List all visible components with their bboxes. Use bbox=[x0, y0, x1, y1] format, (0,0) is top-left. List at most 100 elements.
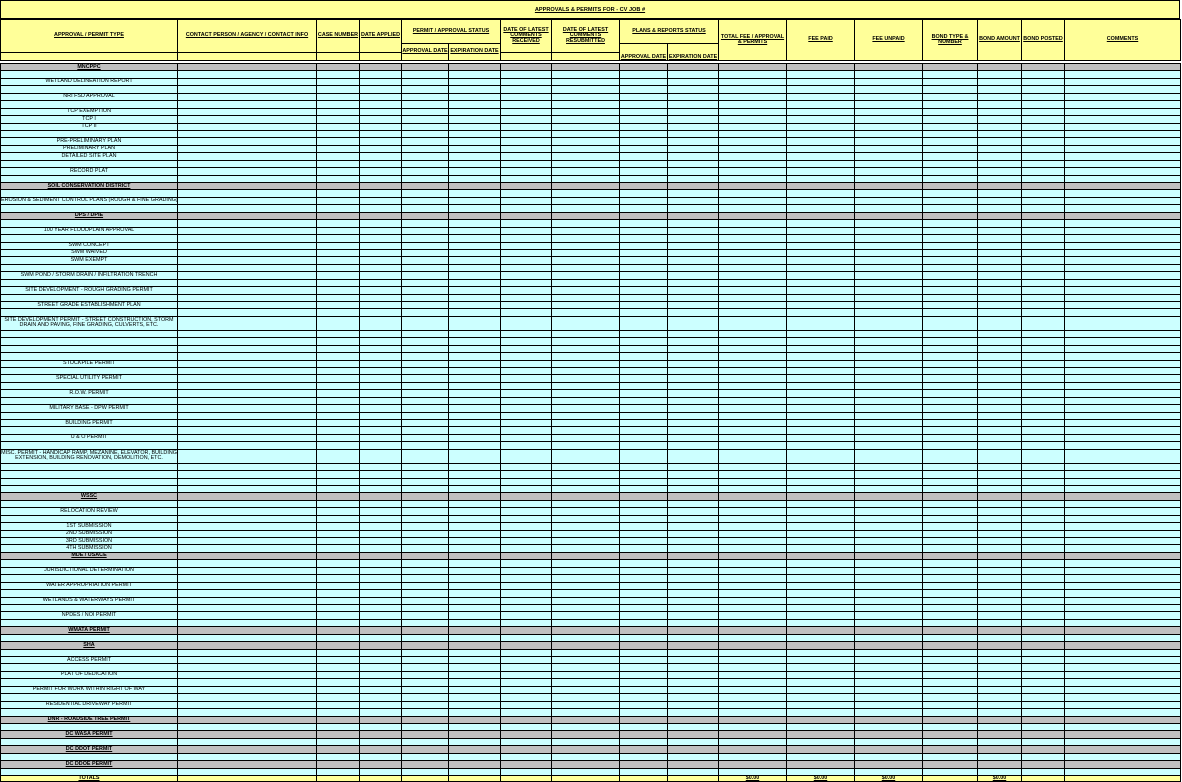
header-latest-comments-received[interactable]: DATE OF LATEST COMMENTS RECEIVED bbox=[500, 19, 552, 53]
permit-type-cell[interactable]: TCP II bbox=[0, 122, 178, 131]
grid-cell[interactable] bbox=[619, 107, 668, 117]
grid-cell[interactable] bbox=[448, 352, 501, 361]
grid-cell[interactable] bbox=[500, 263, 552, 273]
grid-cell[interactable] bbox=[448, 77, 501, 87]
grid-cell[interactable] bbox=[667, 389, 719, 398]
grid-cell[interactable] bbox=[401, 219, 449, 228]
grid-cell[interactable] bbox=[667, 300, 719, 310]
grid-cell[interactable] bbox=[977, 181, 1022, 191]
grid-cell[interactable] bbox=[551, 374, 620, 383]
grid-cell[interactable] bbox=[786, 248, 855, 258]
grid-cell[interactable] bbox=[551, 426, 620, 435]
grid-cell[interactable] bbox=[500, 256, 552, 265]
grid-cell[interactable] bbox=[500, 492, 552, 501]
grid-cell[interactable] bbox=[448, 574, 501, 583]
grid-cell[interactable] bbox=[448, 70, 501, 79]
permit-type-cell[interactable] bbox=[0, 470, 178, 479]
grid-cell[interactable] bbox=[177, 352, 317, 361]
grid-cell[interactable] bbox=[718, 241, 787, 250]
grid-cell[interactable] bbox=[401, 448, 449, 464]
grid-cell[interactable] bbox=[1064, 211, 1181, 221]
grid-cell[interactable] bbox=[177, 211, 317, 221]
grid-cell[interactable] bbox=[718, 226, 787, 236]
grid-cell[interactable] bbox=[922, 293, 978, 303]
grid-cell[interactable] bbox=[401, 248, 449, 258]
grid-cell[interactable] bbox=[667, 70, 719, 79]
permit-type-cell[interactable]: TCP EXEMPTION bbox=[0, 107, 178, 117]
header-total-fee[interactable]: TOTAL FEE / APPROVAL & PERMITS bbox=[718, 19, 788, 61]
grid-cell[interactable] bbox=[667, 648, 719, 658]
grid-cell[interactable] bbox=[177, 448, 317, 464]
grid-cell[interactable] bbox=[359, 100, 402, 109]
grid-cell[interactable] bbox=[401, 462, 449, 472]
grid-cell[interactable] bbox=[1064, 404, 1181, 413]
grid-cell[interactable] bbox=[977, 641, 1022, 650]
grid-cell[interactable] bbox=[786, 492, 855, 501]
grid-cell[interactable] bbox=[448, 329, 501, 339]
grid-cell[interactable] bbox=[1064, 574, 1181, 583]
grid-cell[interactable] bbox=[667, 381, 719, 391]
grid-cell[interactable] bbox=[667, 329, 719, 339]
permit-type-cell[interactable] bbox=[0, 648, 178, 658]
grid-cell[interactable] bbox=[786, 92, 855, 102]
grid-cell[interactable] bbox=[316, 745, 360, 754]
grid-cell[interactable] bbox=[448, 745, 501, 754]
grid-cell[interactable] bbox=[177, 219, 317, 228]
grid-cell[interactable] bbox=[786, 315, 855, 331]
grid-cell[interactable] bbox=[718, 174, 787, 184]
grid-cell[interactable] bbox=[786, 462, 855, 472]
grid-cell[interactable] bbox=[359, 189, 402, 198]
grid-cell[interactable] bbox=[786, 715, 855, 724]
grid-cell[interactable] bbox=[448, 752, 501, 762]
grid-cell[interactable] bbox=[619, 381, 668, 391]
grid-cell[interactable] bbox=[551, 760, 620, 769]
grid-cell[interactable] bbox=[401, 693, 449, 702]
grid-cell[interactable] bbox=[448, 129, 501, 139]
grid-cell[interactable] bbox=[551, 366, 620, 376]
grid-cell[interactable] bbox=[854, 256, 923, 265]
grid-cell[interactable] bbox=[316, 129, 360, 139]
grid-cell[interactable] bbox=[854, 722, 923, 732]
grid-cell[interactable] bbox=[359, 122, 402, 131]
grid-cell[interactable] bbox=[359, 618, 402, 628]
grid-cell[interactable] bbox=[448, 433, 501, 443]
grid-cell[interactable] bbox=[551, 263, 620, 273]
grid-cell[interactable] bbox=[922, 693, 978, 702]
grid-cell[interactable] bbox=[551, 152, 620, 161]
grid-cell[interactable] bbox=[718, 551, 787, 561]
grid-cell[interactable] bbox=[854, 700, 923, 710]
permit-type-cell[interactable] bbox=[0, 366, 178, 376]
grid-cell[interactable] bbox=[551, 144, 620, 154]
grid-cell[interactable] bbox=[551, 241, 620, 250]
grid-cell[interactable] bbox=[177, 396, 317, 406]
fee-unpaid-value[interactable]: $0.00 bbox=[854, 774, 923, 782]
grid-cell[interactable] bbox=[401, 381, 449, 391]
grid-cell[interactable] bbox=[786, 730, 855, 739]
grid-cell[interactable] bbox=[500, 300, 552, 310]
grid-cell[interactable] bbox=[718, 700, 787, 710]
grid-cell[interactable] bbox=[1021, 85, 1065, 94]
grid-cell[interactable] bbox=[401, 574, 449, 583]
grid-cell[interactable] bbox=[667, 263, 719, 273]
grid-cell[interactable] bbox=[500, 529, 552, 539]
grid-cell[interactable] bbox=[401, 404, 449, 413]
grid-cell[interactable] bbox=[359, 670, 402, 680]
grid-cell[interactable] bbox=[359, 767, 402, 777]
grid-cell[interactable] bbox=[922, 433, 978, 443]
grid-cell[interactable] bbox=[786, 411, 855, 421]
grid-cell[interactable] bbox=[500, 737, 552, 747]
grid-cell[interactable] bbox=[619, 551, 668, 561]
grid-cell[interactable] bbox=[619, 159, 668, 169]
grid-cell[interactable] bbox=[619, 144, 668, 154]
grid-cell[interactable] bbox=[667, 745, 719, 754]
permit-type-cell[interactable] bbox=[0, 426, 178, 435]
header-date-applied[interactable]: DATE APPLIED bbox=[359, 19, 402, 53]
header-permit-status[interactable]: PERMIT / APPROVAL STATUS bbox=[401, 19, 501, 44]
grid-cell[interactable] bbox=[1064, 589, 1181, 598]
grid-cell[interactable] bbox=[718, 359, 787, 368]
grid-cell[interactable] bbox=[401, 708, 449, 717]
grid-cell[interactable] bbox=[316, 737, 360, 747]
grid-cell[interactable] bbox=[448, 730, 501, 739]
grid-cell[interactable] bbox=[316, 329, 360, 339]
grid-cell[interactable] bbox=[718, 529, 787, 539]
